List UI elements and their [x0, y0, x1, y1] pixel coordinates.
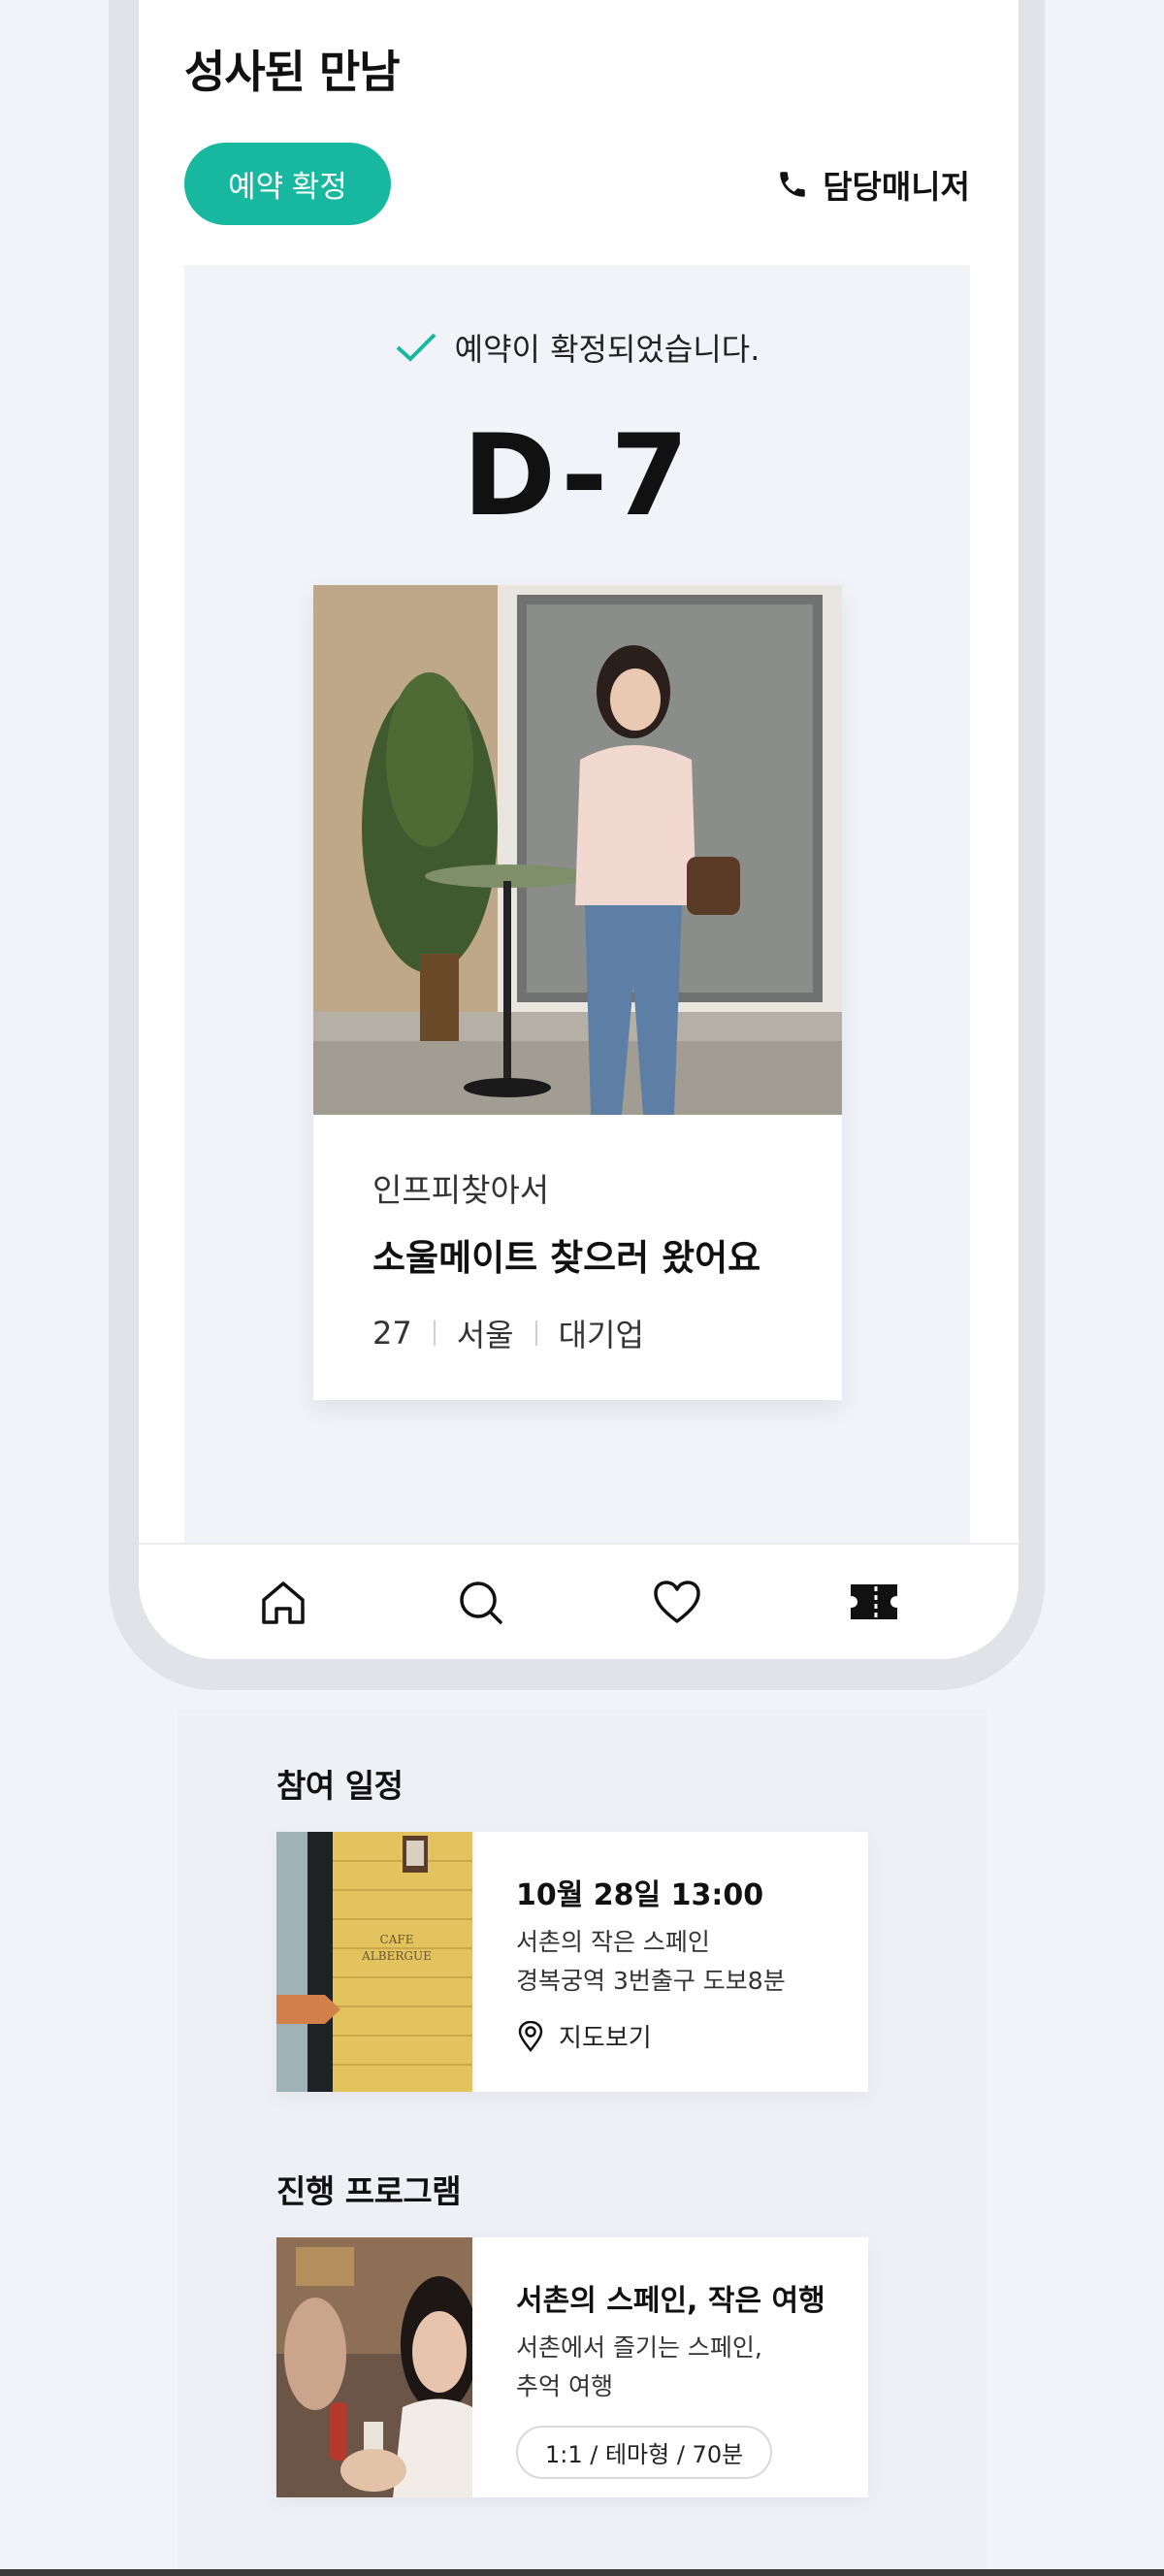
meta-divider: [433, 1321, 436, 1346]
reservation-details: 참여 일정 CAFE ALBERGUE 10월 28일 13:00 서촌의 작은…: [178, 1710, 987, 2573]
profile-card[interactable]: 인프피찾아서 소울메이트 찾으러 왔어요 27 서울 대기업: [313, 585, 842, 1400]
schedule-section-title: 참여 일정: [276, 1767, 404, 1805]
meta-divider: [534, 1321, 537, 1346]
profile-photo: [313, 585, 842, 1115]
d-day-counter: D-7: [462, 410, 693, 541]
program-title: 서촌의 스페인, 작은 여행: [516, 2284, 825, 2318]
program-thumbnail: [276, 2237, 472, 2497]
manager-call-button[interactable]: 담당매니저: [776, 160, 970, 209]
phone-icon: [780, 172, 805, 197]
program-section-title: 진행 프로그램: [276, 2172, 462, 2210]
confirmation-message: 예약이 확정되었습니다.: [184, 325, 970, 370]
map-link-label: 지도보기: [559, 2024, 652, 2053]
profile-age: 27: [372, 1315, 412, 1352]
profile-location: 서울: [456, 1317, 514, 1353]
cafe-sign-text: CAFE: [380, 1933, 414, 1946]
schedule-datetime: 10월 28일 13:00: [516, 1878, 764, 1912]
svg-text:ALBERGUE: ALBERGUE: [361, 1949, 432, 1963]
bottom-edge-bar: [0, 2569, 1164, 2576]
map-link[interactable]: 지도보기: [516, 2018, 849, 2054]
tab-home[interactable]: [254, 1573, 312, 1631]
manager-label: 담당매니저: [823, 168, 970, 206]
profile-job: 대기업: [558, 1317, 644, 1353]
schedule-directions: 경복궁역 3번출구 도보8분: [516, 1967, 786, 1995]
schedule-body: 10월 28일 13:00 서촌의 작은 스페인 경복궁역 3번출구 도보8분 …: [516, 1871, 849, 2054]
location-pin-icon: [518, 2020, 543, 2052]
program-desc-line1: 서촌에서 즐기는 스페인,: [516, 2333, 762, 2362]
confirmation-text: 예약이 확정되었습니다.: [454, 331, 760, 368]
check-icon: [396, 333, 436, 362]
phone-screen: 성사된 만남 예약 확정 담당매니저 예약이 확정되었습니다. D-7 인프피찾…: [139, 0, 1018, 1659]
schedule-venue: 서촌의 작은 스페인: [516, 1928, 710, 1956]
program-card: 서촌의 스페인, 작은 여행 서촌에서 즐기는 스페인, 추억 여행 1:1 /…: [276, 2237, 868, 2497]
home-icon: [262, 1581, 306, 1624]
profile-meta: 27 서울 대기업: [372, 1311, 644, 1355]
profile-tag: 인프피찾아서: [372, 1171, 550, 1209]
tab-search[interactable]: [451, 1573, 509, 1631]
bottom-tab-bar: [139, 1543, 1018, 1659]
heart-icon: [654, 1581, 700, 1623]
program-body: 서촌의 스페인, 작은 여행 서촌에서 즐기는 스페인, 추억 여행 1:1 /…: [516, 2276, 849, 2479]
program-desc-line2: 추억 여행: [516, 2372, 613, 2400]
program-tag: 1:1 / 테마형 / 70분: [516, 2426, 773, 2479]
cafe-thumbnail: CAFE ALBERGUE: [276, 1832, 472, 2092]
confirmation-panel: 예약이 확정되었습니다. D-7 인프피찾아서 소울메이트 찾으러 왔어요 27…: [184, 265, 970, 1543]
page-title: 성사된 만남: [184, 46, 401, 98]
schedule-card: CAFE ALBERGUE 10월 28일 13:00 서촌의 작은 스페인 경…: [276, 1832, 868, 2092]
tab-tickets[interactable]: [845, 1573, 903, 1631]
reservation-status-chip[interactable]: 예약 확정: [184, 143, 391, 225]
search-icon: [460, 1581, 502, 1624]
profile-headline: 소울메이트 찾으러 왔어요: [372, 1237, 761, 1279]
tab-likes[interactable]: [648, 1573, 706, 1631]
ticket-icon: [850, 1584, 897, 1619]
